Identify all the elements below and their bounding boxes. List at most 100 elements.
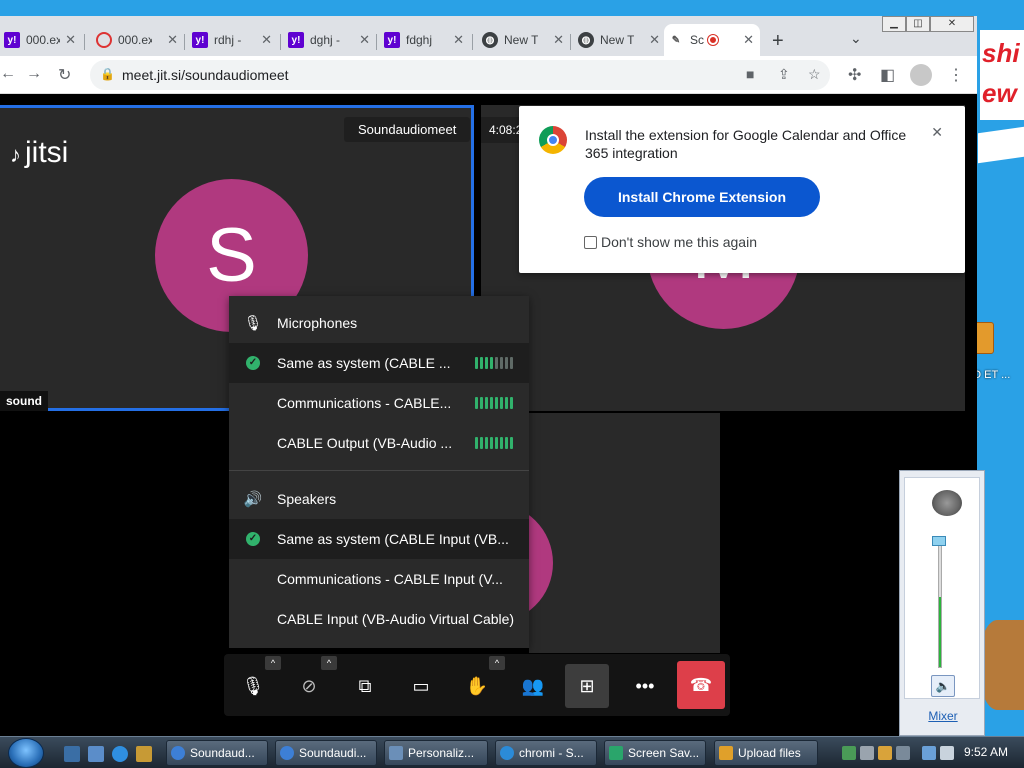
camera-toggle-button[interactable]: ⊘ [287,664,331,708]
option-label: Same as system (CABLE Input (VB... [277,531,509,547]
tab-label: fdghj [406,33,433,47]
task-label: Upload files [738,746,801,760]
feather-icon: ✎ [671,34,681,46]
participants-button[interactable]: 👥 [511,664,555,708]
close-window-button[interactable]: ✕ [930,16,974,32]
microphone-option[interactable]: CABLE Output (VB-Audio ... [229,423,529,463]
taskbar-button[interactable]: Soundaudi... [275,740,377,766]
speakers-header-label: Speakers [277,491,337,507]
camera-off-icon: ⊘ [301,675,317,696]
option-label: Same as system (CABLE ... [277,355,451,371]
task-label: Personaliz... [408,746,475,760]
menu-divider [229,470,529,471]
close-tab-icon[interactable]: ✕ [261,32,272,48]
taskbar-clock[interactable]: 9:52 AM [964,745,1008,759]
video-options-chevron-icon[interactable]: ^ [321,656,337,670]
browser-tab[interactable]: y! dghj - ✕ [284,24,376,56]
browser-tab[interactable]: y! 000.ex ✕ [0,24,82,56]
speaker-option[interactable]: ✓ Same as system (CABLE Input (VB... [229,519,529,559]
taskbar-button[interactable]: Upload files [714,740,818,766]
close-tab-icon[interactable]: ✕ [167,32,178,48]
back-arrow-icon[interactable]: ← [0,65,16,83]
checkbox[interactable] [584,235,597,249]
extensions-puzzle-icon[interactable]: ✣ [848,65,861,85]
raise-hand-button[interactable]: ✋ [455,664,499,708]
mute-button[interactable]: 🔈 [931,675,955,697]
close-icon[interactable]: ✕ [931,124,943,141]
forward-arrow-icon[interactable]: → [26,65,42,83]
browser-tab[interactable]: 000.ex ✕ [92,24,184,56]
volume-panel: 🔈 [904,477,980,699]
browser-tab[interactable]: ◍ New T ✕ [478,24,570,56]
minimize-button[interactable]: ▁ [882,16,906,32]
profile-avatar[interactable] [910,64,932,86]
remote-video-tile[interactable] [469,413,720,653]
audio-options-chevron-icon[interactable]: ^ [265,656,281,670]
speaker-option[interactable]: Communications - CABLE Input (V... [229,559,529,599]
side-panel-icon[interactable]: ◧ [880,65,895,85]
close-tab-icon[interactable]: ✕ [453,32,464,48]
screen-share-button[interactable]: ⧉ [343,664,387,708]
hangup-button[interactable]: ☎ [677,661,725,709]
start-button[interactable] [8,738,44,768]
menu-kebab-icon[interactable]: ⋮ [948,65,964,85]
close-tab-icon[interactable]: ✕ [553,32,564,48]
audio-level-meter [475,357,515,369]
browser-tab[interactable]: y! rdhj - ✕ [188,24,278,56]
microphone-toggle-button[interactable]: 🎙 [231,664,275,708]
quick-launch-icon[interactable] [136,746,152,762]
speaker-option[interactable]: CABLE Input (VB-Audio Virtual Cable) [229,599,529,639]
microphone-option[interactable]: Communications - CABLE... [229,383,529,423]
taskbar-button[interactable]: Personaliz... [384,740,488,766]
url-text[interactable]: meet.jit.si/soundaudiomeet [122,67,289,83]
tray-app-icon[interactable] [860,746,874,760]
lock-icon[interactable]: 🔒 [100,67,115,81]
browser-tab[interactable]: ◍ New T ✕ [574,24,666,56]
address-bar[interactable]: 🔒 meet.jit.si/soundaudiomeet ■ ⇪ ☆ [90,60,830,90]
install-extension-button[interactable]: Install Chrome Extension [584,177,820,217]
new-tab-button[interactable]: + [772,30,784,53]
microphone-option[interactable]: ✓ Same as system (CABLE ... [229,343,529,383]
close-tab-icon[interactable]: ✕ [65,32,76,48]
tab-search-chevron-icon[interactable]: ⌄ [850,30,862,47]
dont-show-label[interactable]: Don't show me this again [601,234,757,250]
meeting-title: Soundaudiomeet [344,117,471,142]
speaker-device-icon [932,490,962,516]
participant-name-tag: sound [0,391,48,411]
volume-tray-icon[interactable] [940,746,954,760]
volume-slider-track[interactable] [938,538,942,668]
reactions-chevron-icon[interactable]: ^ [489,656,505,670]
mixer-link[interactable]: Mixer [900,709,986,723]
camera-icon[interactable]: ■ [746,66,754,82]
close-tab-icon[interactable]: ✕ [649,32,660,48]
dont-show-checkbox[interactable]: Don't show me this again [584,234,757,250]
browser-tab-active[interactable]: ✎ Sc ✕ [664,24,760,56]
volume-slider-thumb[interactable] [932,536,946,546]
option-label: Communications - CABLE... [277,395,452,411]
switch-windows-icon[interactable] [88,746,104,762]
jitsi-mark-icon: ♪ [10,142,21,167]
tab-label: dghj - [310,33,341,47]
tray-app-icon[interactable] [842,746,856,760]
task-label: Soundaud... [190,746,255,760]
close-tab-icon[interactable]: ✕ [359,32,370,48]
show-desktop-icon[interactable] [64,746,80,762]
maximize-button[interactable]: ◫ [906,16,930,32]
tray-app-icon[interactable] [896,746,910,760]
share-icon[interactable]: ⇪ [778,66,790,83]
reload-icon[interactable]: ↻ [58,65,71,85]
internet-explorer-icon[interactable] [112,746,128,762]
tile-view-button[interactable]: ⊞ [565,664,609,708]
close-tab-icon[interactable]: ✕ [743,32,754,48]
star-icon[interactable]: ☆ [808,66,821,83]
taskbar-button[interactable]: chromi - S... [495,740,597,766]
meeting-toolbox: 🎙 ^ ⊘ ^ ⧉ ▭ ✋ ^ 👥 ⊞ ••• ☎ [224,654,730,716]
more-actions-button[interactable]: ••• [623,664,667,708]
browser-tab[interactable]: y! fdghj ✕ [380,24,470,56]
grid-icon: ⊞ [579,675,595,696]
tray-app-icon[interactable] [878,746,892,760]
network-icon[interactable] [922,746,936,760]
taskbar-button[interactable]: Screen Sav... [604,740,706,766]
chat-button[interactable]: ▭ [399,664,443,708]
taskbar-button[interactable]: Soundaud... [166,740,268,766]
